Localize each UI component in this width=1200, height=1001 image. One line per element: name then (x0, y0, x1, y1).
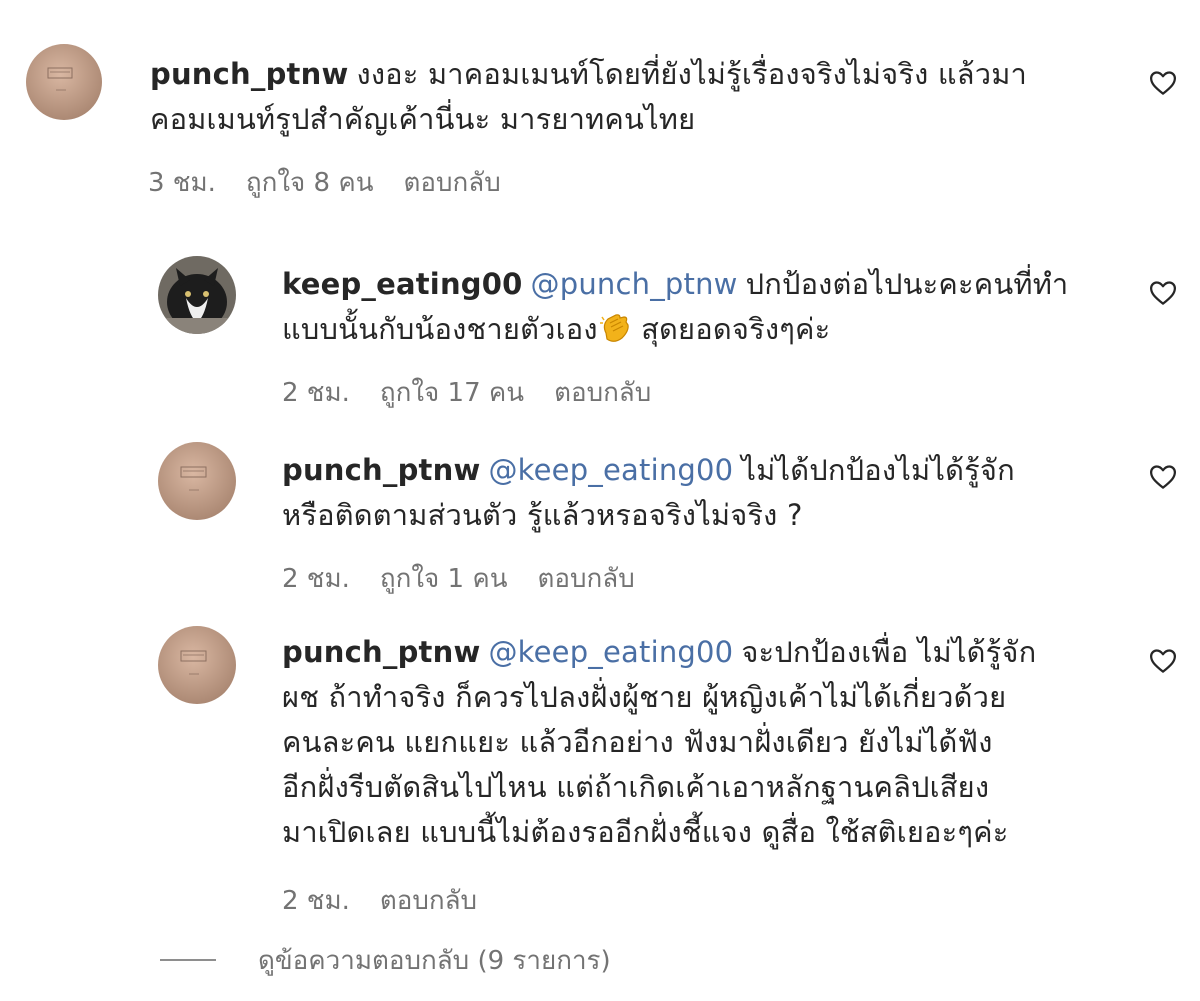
divider-line (160, 959, 216, 961)
comment-text: จะปกป้องเพื่อ ไม่ได้รู้จัก (741, 635, 1037, 669)
heart-outline-icon[interactable] (1148, 278, 1178, 308)
view-replies-button[interactable]: ดูข้อความตอบกลับ (9 รายการ) (160, 940, 611, 980)
avatar[interactable] (158, 626, 236, 704)
comment-time: 2 ชม. (282, 886, 350, 916)
view-replies-label: ดูข้อความตอบกลับ (9 รายการ) (258, 945, 611, 976)
comment-time: 2 ชม. (282, 378, 350, 408)
heart-outline-icon[interactable] (1148, 462, 1178, 492)
mention-link[interactable]: @punch_ptnw (531, 267, 738, 301)
comment-text: ปกป้องต่อไปนะคะคนที่ทำ (745, 267, 1069, 301)
clapping-hands-emoji-icon (598, 311, 632, 345)
reply-button[interactable]: ตอบกลับ (538, 564, 635, 594)
reply-button[interactable]: ตอบกลับ (380, 886, 477, 916)
comment-username[interactable]: punch_ptnw (282, 453, 480, 487)
comment-time: 3 ชม. (148, 168, 216, 198)
avatar[interactable] (158, 256, 236, 334)
comments-panel: punch_ptnw งงอะ มาคอมเมนท์โดยที่ยังไม่รู้… (0, 0, 1200, 1001)
comment-text-continued: หรือติดตามส่วนตัว รู้แล้วหรอจริงไม่จริง … (282, 498, 803, 532)
comment-text: งงอะ มาคอมเมนท์โดยที่ยังไม่รู้เรื่องจริง… (356, 57, 1028, 91)
comment-time: 2 ชม. (282, 564, 350, 594)
heart-outline-icon[interactable] (1148, 68, 1178, 98)
comment-text-after-emoji: สุดยอดจริงๆค่ะ (641, 312, 831, 346)
comment-username[interactable]: punch_ptnw (282, 635, 480, 669)
comment-username[interactable]: punch_ptnw (150, 57, 348, 91)
comment-likes[interactable]: ถูกใจ 1 คน (380, 564, 508, 594)
comment-text-continued: แบบนั้นกับน้องชายตัวเอง (282, 312, 598, 346)
mention-link[interactable]: @keep_eating00 (488, 453, 733, 487)
mention-link[interactable]: @keep_eating00 (488, 635, 733, 669)
comment-text-continued: คอมเมนท์รูปสำคัญเค้านี่นะ มารยาทคนไทย (150, 102, 696, 136)
comment-text-line: อีกฝั่งรีบตัดสินไปไหน แต่ถ้าเกิดเค้าเอาห… (282, 770, 990, 804)
comment-likes[interactable]: ถูกใจ 17 คน (380, 378, 524, 408)
comment-text-line: มาเปิดเลย แบบนี้ไม่ต้องรออีกฝั่งชี้แจง ด… (282, 815, 1009, 849)
comment-text-line: คนละคน แยกแยะ แล้วอีกอย่าง ฟังมาฝั่งเดีย… (282, 725, 993, 759)
comment-username[interactable]: keep_eating00 (282, 267, 523, 301)
comment-likes[interactable]: ถูกใจ 8 คน (246, 168, 374, 198)
avatar[interactable] (158, 442, 236, 520)
avatar[interactable] (26, 44, 102, 120)
reply-button[interactable]: ตอบกลับ (554, 378, 651, 408)
heart-outline-icon[interactable] (1148, 646, 1178, 676)
comment-text: ไม่ได้ปกป้องไม่ได้รู้จัก (741, 453, 1015, 487)
reply-button[interactable]: ตอบกลับ (404, 168, 501, 198)
comment-text-line: ผช ถ้าทำจริง ก็ควรไปลงฝั่งผู้ชาย ผู้หญิง… (282, 680, 1007, 714)
